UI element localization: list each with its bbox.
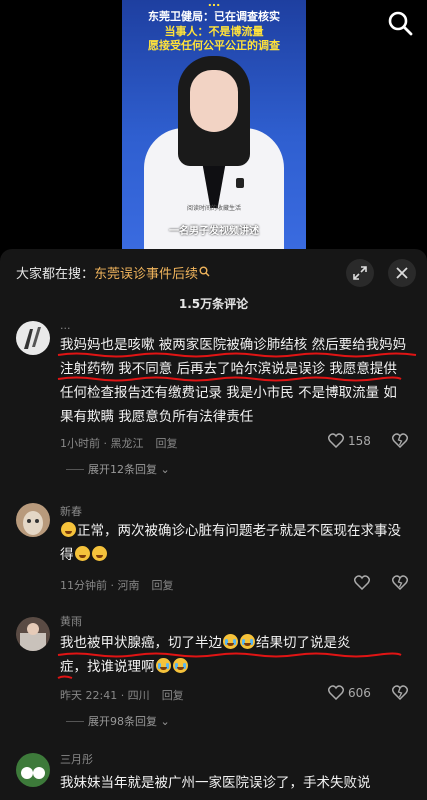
- comment-username[interactable]: ...: [60, 319, 71, 332]
- close-icon: [396, 267, 408, 279]
- like-button[interactable]: 158: [327, 433, 371, 449]
- comment-text-main: 正常，两次被确诊心脏有问题老子就是不医现在求事没得: [60, 523, 401, 563]
- comment-meta: 11分钟前 · 河南 回复: [60, 577, 174, 593]
- red-underline: [57, 352, 417, 382]
- comment-text: 我妹妹当年就是被广州一家医院误诊了，手术失败说: [60, 775, 371, 791]
- comment-text-a: 我也被甲状腺癌，切了半边: [60, 635, 222, 651]
- search-icon[interactable]: [385, 8, 415, 38]
- sheet-header: 大家都在搜：东莞误诊事件后续: [0, 249, 427, 297]
- red-underline: [57, 652, 402, 679]
- avatar[interactable]: [16, 617, 50, 651]
- comment-meta: 1小时前 · 黑龙江 回复: [60, 435, 178, 451]
- broken-heart-icon: [391, 685, 409, 701]
- comment-item: 黄雨 我也被甲状腺癌，切了半边 结果切了说是炎 症，找谁说理啊 昨天 22:41 ·…: [0, 613, 427, 733]
- like-count: 158: [348, 434, 371, 448]
- crying-emoji-icon: [223, 634, 238, 649]
- grin-sweat-emoji-icon: [91, 546, 107, 561]
- expand-replies[interactable]: 展开98条回复 ⌄: [66, 713, 170, 729]
- comment-time-location: 1小时前 · 黑龙江: [60, 437, 144, 450]
- dislike-button[interactable]: [391, 685, 409, 704]
- headline-1: 东莞卫健局：已在调查核实: [148, 10, 280, 23]
- comment-item: 新春 正常，两次被确诊心脏有问题老子就是不医现在求事没得 11分钟前 · 河南回…: [0, 503, 427, 603]
- heart-icon: [327, 433, 345, 449]
- grin-sweat-emoji-icon: [74, 546, 90, 561]
- avatar[interactable]: [16, 753, 50, 787]
- expand-replies-label: 展开98条回复: [88, 715, 157, 728]
- comment-username[interactable]: 黄雨: [60, 613, 82, 629]
- dislike-button[interactable]: [391, 575, 409, 594]
- comment-text-b: 结果切了说是炎: [256, 635, 351, 651]
- comment-time-location: 昨天 22:41 · 四川: [60, 689, 150, 702]
- reply-button[interactable]: 回复: [156, 437, 178, 450]
- small-search-icon: [199, 266, 210, 277]
- headline-3: 愿接受任何公平公正的调查: [148, 39, 280, 52]
- broken-heart-icon: [391, 433, 409, 449]
- close-button[interactable]: [388, 259, 416, 287]
- comment-count: 1.5万条评论: [178, 297, 249, 311]
- expand-button[interactable]: [346, 259, 374, 287]
- anchor-face: [190, 70, 238, 132]
- comment-item: 三月彤 我妹妹当年就是被广州一家医院误诊了，手术失败说: [0, 751, 427, 800]
- reply-button[interactable]: 回复: [152, 579, 174, 592]
- video-subtitle: 一名男子发视频讲述: [169, 226, 259, 237]
- headline-top: ...: [207, 0, 221, 9]
- heart-icon: [327, 685, 345, 701]
- comment-meta: 昨天 22:41 · 四川 回复: [60, 687, 184, 703]
- comment-text: 正常，两次被确诊心脏有问题老子就是不医现在求事没得: [60, 519, 408, 567]
- video-player[interactable]: ... 东莞卫健局：已在调查核实 当事人：不是博流量 愿接受任何公平公正的调查 …: [0, 0, 427, 250]
- search-query[interactable]: 东莞误诊事件后续: [94, 267, 198, 282]
- expand-replies[interactable]: 展开12条回复 ⌄: [66, 461, 170, 477]
- search-prefix: 大家都在搜：: [16, 267, 95, 282]
- comment-username[interactable]: 三月彤: [60, 751, 93, 767]
- mic-icon: [236, 178, 244, 188]
- like-button[interactable]: [353, 575, 374, 591]
- comment-sheet: 大家都在搜：东莞误诊事件后续 1.5万条评论 ... 我妈妈也是咳嗽 被两家医院…: [0, 249, 427, 800]
- chevron-down-icon: ⌄: [160, 463, 170, 476]
- crying-emoji-icon: [240, 634, 255, 649]
- search-suggestion[interactable]: 大家都在搜：东莞误诊事件后续: [16, 263, 210, 282]
- reply-button[interactable]: 回复: [162, 689, 184, 702]
- grin-sweat-emoji-icon: [61, 522, 76, 537]
- avatar[interactable]: [16, 321, 50, 355]
- headline-2: 当事人：不是博流量: [164, 25, 264, 38]
- heart-icon: [353, 575, 371, 591]
- avatar[interactable]: [16, 503, 50, 537]
- broken-heart-icon: [391, 575, 409, 591]
- expand-replies-label: 展开12条回复: [88, 463, 157, 476]
- dislike-button[interactable]: [391, 433, 409, 452]
- like-button[interactable]: 606: [327, 685, 371, 701]
- comment-time-location: 11分钟前 · 河南: [60, 579, 140, 592]
- like-count: 606: [348, 686, 371, 700]
- comment-username[interactable]: 新春: [60, 503, 82, 519]
- news-frame: ... 东莞卫健局：已在调查核实 当事人：不是博流量 愿接受任何公平公正的调查 …: [122, 0, 306, 250]
- watermark: 阅读时间的收藏生活: [186, 205, 241, 212]
- comment-item: ... 我妈妈也是咳嗽 被两家医院被确诊肺结核 然后要给我妈妈注射药物 我不同意…: [0, 319, 427, 479]
- expand-icon: [353, 266, 367, 280]
- chevron-down-icon: ⌄: [160, 715, 170, 728]
